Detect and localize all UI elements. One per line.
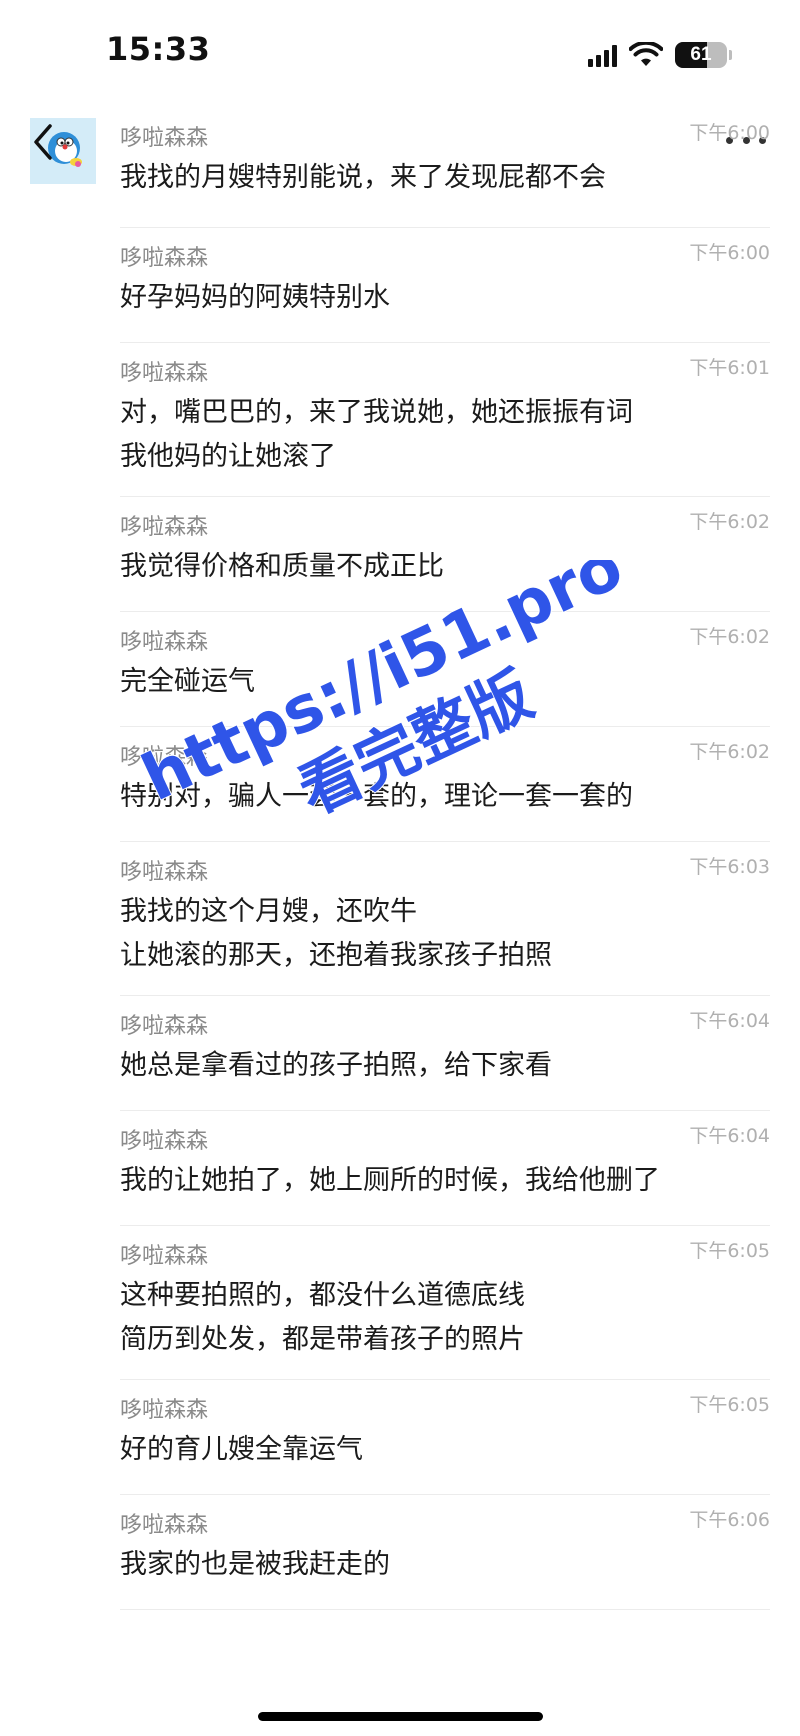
message-time: 下午6:00 bbox=[689, 122, 770, 144]
message-text: 我觉得价格和质量不成正比 bbox=[120, 551, 444, 582]
message-time: 下午6:01 bbox=[689, 357, 770, 379]
message-text: 这种要拍照的，都没什么道德底线 简历到处发，都是带着孩子的照片 bbox=[120, 1280, 525, 1355]
message-time: 下午6:03 bbox=[689, 856, 770, 878]
message-text: 我找的月嫂特别能说，来了发现屁都不会 bbox=[120, 162, 606, 193]
message-time: 下午6:02 bbox=[689, 511, 770, 533]
battery-icon: 61 bbox=[675, 42, 727, 68]
message-sender: 哆啦森森 bbox=[120, 361, 209, 386]
message-item[interactable]: 哆啦森森 下午6:02 特别对，骗人一套一套的，理论一套一套的 bbox=[120, 727, 770, 842]
message-sender: 哆啦森森 bbox=[120, 1014, 209, 1039]
message-text: 好孕妈妈的阿姨特别水 bbox=[120, 282, 390, 313]
message-sender: 哆啦森森 bbox=[120, 1244, 209, 1269]
message-item[interactable]: 哆啦森森 下午6:02 我觉得价格和质量不成正比 bbox=[120, 497, 770, 612]
message-item[interactable]: 哆啦森森 下午6:00 我找的月嫂特别能说，来了发现屁都不会 bbox=[120, 108, 770, 228]
battery-cap bbox=[729, 50, 732, 60]
message-item[interactable]: 哆啦森森 下午6:00 好孕妈妈的阿姨特别水 bbox=[120, 228, 770, 343]
message-item[interactable]: 哆啦森森 下午6:06 我家的也是被我赶走的 bbox=[120, 1495, 770, 1610]
message-time: 下午6:02 bbox=[689, 626, 770, 648]
message-item[interactable]: 哆啦森森 下午6:02 完全碰运气 bbox=[120, 612, 770, 727]
cellular-signal-icon bbox=[588, 43, 617, 67]
back-button[interactable] bbox=[28, 122, 58, 162]
message-item[interactable]: 哆啦森森 下午6:01 对，嘴巴巴的，来了我说她，她还振振有词 我他妈的让她滚了 bbox=[120, 343, 770, 497]
message-sender: 哆啦森森 bbox=[120, 630, 209, 655]
battery-percentage: 61 bbox=[690, 44, 712, 65]
message-text: 我找的这个月嫂，还吹牛 让她滚的那天，还抱着我家孩子拍照 bbox=[120, 896, 552, 971]
message-text: 好的育儿嫂全靠运气 bbox=[120, 1434, 363, 1465]
message-sender: 哆啦森森 bbox=[120, 860, 209, 885]
message-time: 下午6:04 bbox=[689, 1010, 770, 1032]
status-time: 15:33 bbox=[106, 30, 211, 68]
message-time: 下午6:04 bbox=[689, 1125, 770, 1147]
message-sender: 哆啦森森 bbox=[120, 1513, 209, 1538]
message-item[interactable]: 哆啦森森 下午6:05 这种要拍照的，都没什么道德底线 简历到处发，都是带着孩子的照… bbox=[120, 1226, 770, 1380]
message-sender: 哆啦森森 bbox=[120, 126, 209, 151]
message-text: 对，嘴巴巴的，来了我说她，她还振振有词 我他妈的让她滚了 bbox=[120, 397, 633, 472]
message-sender: 哆啦森森 bbox=[120, 515, 209, 540]
message-item[interactable]: 哆啦森森 下午6:04 她总是拿看过的孩子拍照，给下家看 bbox=[120, 996, 770, 1111]
message-text: 完全碰运气 bbox=[120, 666, 255, 697]
message-text: 特别对，骗人一套一套的，理论一套一套的 bbox=[120, 781, 633, 812]
message-item[interactable]: 哆啦森森 下午6:05 好的育儿嫂全靠运气 bbox=[120, 1380, 770, 1495]
message-sender: 哆啦森森 bbox=[120, 246, 209, 271]
message-text: 我家的也是被我赶走的 bbox=[120, 1549, 390, 1580]
status-icons: 61 bbox=[588, 38, 732, 72]
message-time: 下午6:06 bbox=[689, 1509, 770, 1531]
message-sender: 哆啦森森 bbox=[120, 745, 209, 770]
message-item[interactable]: 哆啦森森 下午6:04 我的让她拍了，她上厕所的时候，我给他删了 bbox=[120, 1111, 770, 1226]
message-text: 她总是拿看过的孩子拍照，给下家看 bbox=[120, 1050, 552, 1081]
chevron-left-icon bbox=[34, 124, 52, 160]
message-sender: 哆啦森森 bbox=[120, 1129, 209, 1154]
message-text: 我的让她拍了，她上厕所的时候，我给他删了 bbox=[120, 1165, 660, 1196]
message-sender: 哆啦森森 bbox=[120, 1398, 209, 1423]
message-item[interactable]: 哆啦森森 下午6:03 我找的这个月嫂，还吹牛 让她滚的那天，还抱着我家孩子拍照 bbox=[120, 842, 770, 996]
status-bar: 15:33 61 bbox=[0, 0, 800, 110]
message-time: 下午6:05 bbox=[689, 1240, 770, 1262]
home-indicator bbox=[258, 1712, 543, 1721]
wifi-icon bbox=[629, 42, 663, 66]
message-list: 哆啦森森 下午6:00 我找的月嫂特别能说，来了发现屁都不会 哆啦森森 下午6:00 好孕… bbox=[120, 108, 770, 1610]
message-time: 下午6:00 bbox=[689, 242, 770, 264]
message-time: 下午6:02 bbox=[689, 741, 770, 763]
message-time: 下午6:05 bbox=[689, 1394, 770, 1416]
